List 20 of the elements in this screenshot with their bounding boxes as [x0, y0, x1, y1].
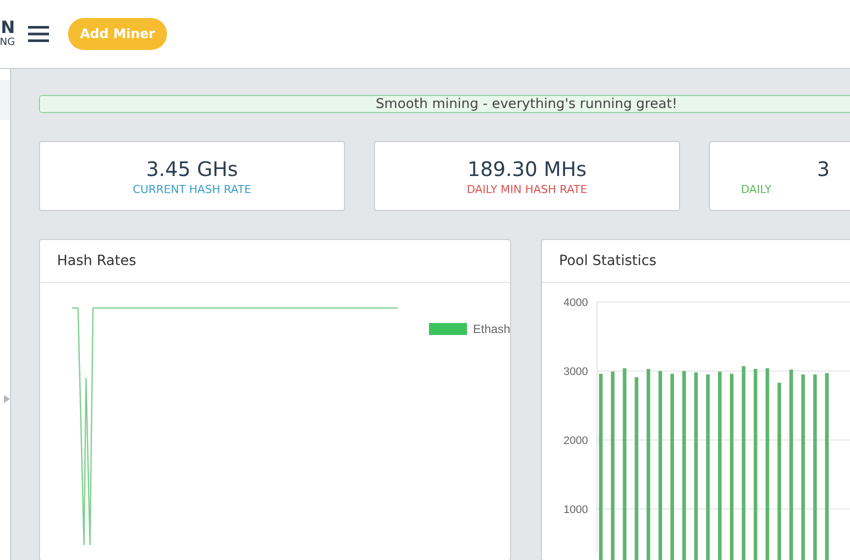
- status-alert: Smooth mining - everything's running great!: [39, 95, 850, 113]
- legend-label: Ethash: [473, 322, 510, 336]
- card-title: Pool Statistics: [559, 253, 656, 269]
- stat-value: 189.30 MHs: [467, 156, 587, 180]
- add-miner-button[interactable]: Add Miner: [68, 18, 168, 50]
- stat-label: CURRENT HASH RATE: [132, 182, 252, 196]
- card-title: Hash Rates: [57, 253, 136, 269]
- logo-text: N: [0, 20, 15, 37]
- stat-value: 3.45 GHs: [146, 156, 238, 180]
- stat-value: 3: [817, 156, 830, 180]
- menu-icon[interactable]: [28, 26, 49, 42]
- stat-label: DAILY: [741, 182, 772, 196]
- stat-label: DAILY MIN HASH RATE: [466, 182, 588, 196]
- axis-tick-label: 2000: [564, 435, 588, 447]
- axis-tick-label: 3000: [564, 366, 588, 378]
- axis-tick-label: 4000: [564, 297, 588, 309]
- sidebar-item[interactable]: [0, 80, 10, 120]
- logo-text: NG: [0, 38, 15, 48]
- legend-swatch: [429, 323, 467, 335]
- axis-tick-label: 1000: [564, 504, 588, 516]
